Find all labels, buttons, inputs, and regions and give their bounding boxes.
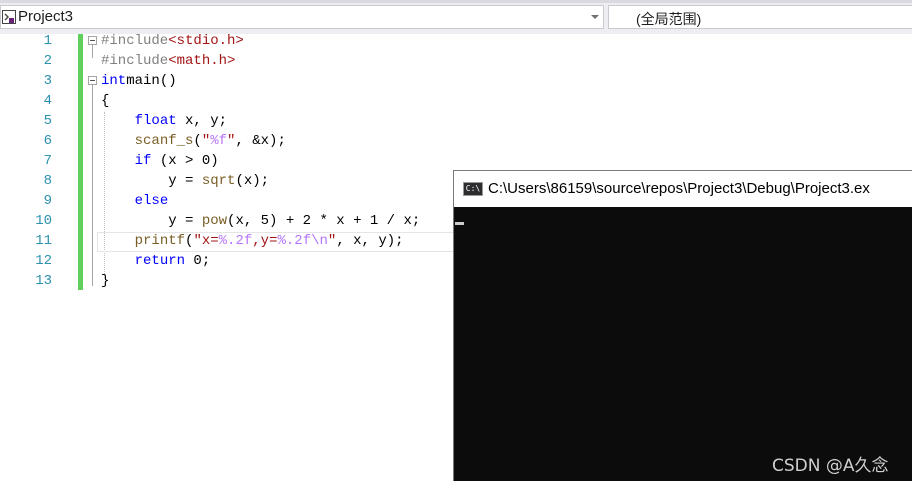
- code-token: float: [134, 113, 177, 129]
- line-number: 13: [35, 273, 52, 289]
- console-cursor: [455, 222, 464, 225]
- line-number: 5: [43, 113, 52, 129]
- code-token: (x > 0): [151, 153, 219, 169]
- console-title-bar[interactable]: C:\ C:\Users\86159\source\repos\Project3…: [454, 171, 912, 207]
- line-number: 7: [43, 153, 52, 169]
- code-line[interactable]: printf("x=%.2f,y=%.2f\n", x, y);: [101, 231, 404, 251]
- line-number: 10: [35, 213, 52, 229]
- code-token: (x, 5) + 2 * x + 1 / x;: [227, 213, 421, 229]
- code-line[interactable]: }: [101, 271, 109, 291]
- line-number: 6: [43, 133, 52, 149]
- code-line[interactable]: scanf_s("%f", &x);: [101, 131, 286, 151]
- code-line[interactable]: #include<math.h>: [101, 51, 235, 71]
- code-editor[interactable]: 1 2 3 4 5 6 7 8 9 10 11 12 13 #include<stdio.h> #inclu…: [0, 31, 912, 481]
- code-token: pow: [201, 213, 228, 229]
- code-token: , x, y);: [336, 233, 404, 249]
- line-number: 4: [43, 93, 52, 109]
- fold-line: [92, 45, 93, 58]
- code-token: %.2f: [277, 233, 312, 249]
- code-token: (: [193, 133, 202, 149]
- cpp-project-icon: [2, 10, 16, 24]
- project-name: Project3: [18, 8, 74, 25]
- code-token: ,y=: [252, 233, 278, 249]
- code-token: if: [134, 153, 152, 169]
- code-token: return: [134, 253, 186, 269]
- change-tracking-bar: [78, 34, 83, 290]
- code-line[interactable]: else: [101, 191, 169, 211]
- chevron-down-icon[interactable]: [591, 15, 599, 19]
- code-token: y =: [168, 213, 202, 229]
- collapse-icon[interactable]: [88, 76, 97, 85]
- code-token: else: [134, 193, 169, 209]
- code-token: int: [101, 73, 127, 89]
- line-number: 3: [43, 73, 52, 89]
- code-token: %.2f: [218, 233, 253, 249]
- code-line[interactable]: y = sqrt(x);: [101, 171, 269, 191]
- console-window[interactable]: C:\ C:\Users\86159\source\repos\Project3…: [453, 170, 912, 481]
- tab-strip-edge: [0, 0, 912, 3]
- code-line[interactable]: intmain(): [101, 71, 177, 91]
- code-line[interactable]: #include<stdio.h>: [101, 31, 244, 51]
- navigation-bar: Project3 (全局范围): [0, 0, 912, 34]
- code-line[interactable]: return 0;: [101, 251, 211, 271]
- collapse-icon[interactable]: [88, 36, 97, 45]
- code-line[interactable]: {: [101, 91, 109, 111]
- code-token: x, y;: [176, 113, 228, 129]
- code-token: }: [101, 273, 110, 289]
- console-title: C:\Users\86159\source\repos\Project3\Deb…: [488, 180, 870, 197]
- code-token: <math.h>: [168, 53, 236, 69]
- code-token: #include: [101, 33, 169, 49]
- code-token: , &x);: [235, 133, 286, 149]
- fold-line: [92, 85, 93, 286]
- code-token: #include: [101, 53, 169, 69]
- code-token: {: [101, 93, 110, 109]
- line-number: 9: [43, 193, 52, 209]
- code-token: %f: [210, 133, 228, 149]
- code-token: \n: [311, 233, 328, 249]
- code-token: main(): [126, 73, 177, 89]
- code-token: ": [201, 133, 211, 149]
- console-icon: C:\: [463, 182, 483, 196]
- code-line[interactable]: float x, y;: [101, 111, 227, 131]
- project-dropdown[interactable]: Project3: [0, 5, 604, 29]
- code-token: sqrt: [201, 173, 236, 189]
- watermark: CSDN @A久念: [772, 456, 889, 476]
- code-token: scanf_s: [134, 133, 194, 149]
- code-token: "x=: [193, 233, 219, 249]
- code-token: <stdio.h>: [168, 33, 244, 49]
- line-number: 1: [43, 33, 52, 49]
- scope-dropdown[interactable]: (全局范围): [608, 5, 912, 29]
- code-line[interactable]: if (x > 0): [101, 151, 219, 171]
- code-line[interactable]: y = pow(x, 5) + 2 * x + 1 / x;: [101, 211, 420, 231]
- code-token: printf: [134, 233, 186, 249]
- line-number: 12: [35, 253, 52, 269]
- code-token: (x);: [235, 173, 270, 189]
- scope-label: (全局范围): [636, 11, 702, 27]
- line-number: 8: [43, 173, 52, 189]
- code-token: 0;: [185, 253, 211, 269]
- code-token: y =: [168, 173, 202, 189]
- line-number: 2: [43, 53, 52, 69]
- line-number: 11: [35, 233, 52, 249]
